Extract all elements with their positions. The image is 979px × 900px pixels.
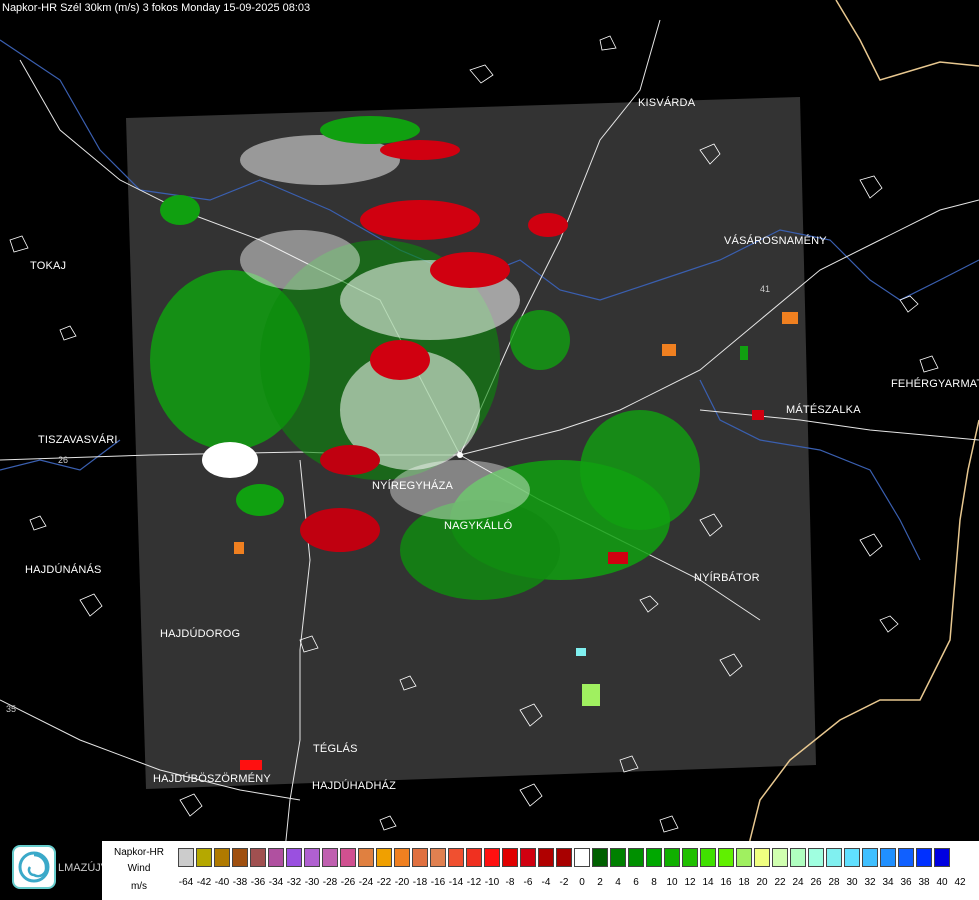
legend-swatch (322, 848, 338, 867)
legend-unit: m/s (130, 881, 148, 892)
city-label-hajdunanas: HAJDÚNÁNÁS (25, 564, 102, 576)
legend-swatch (736, 848, 752, 867)
city-label-kisvarda: KISVÁRDA (638, 97, 696, 109)
legend-swatch (628, 848, 644, 867)
city-label-tokaj: TOKAJ (30, 260, 67, 272)
swirl-icon (18, 851, 50, 883)
legend-product: Wind (127, 863, 151, 874)
legend-swatch (790, 848, 806, 867)
legend-swatch (286, 848, 302, 867)
city-label-hajduboszormeny: HAJDÚBÖSZÖRMÉNY (153, 773, 271, 785)
legend-swatch (808, 848, 824, 867)
legend-swatch (214, 848, 230, 867)
legend-swatch (646, 848, 662, 867)
legend-swatch (412, 848, 428, 867)
legend-swatch (268, 848, 284, 867)
legend-swatch (898, 848, 914, 867)
legend-tick-label: 42 (954, 877, 966, 888)
city-label-fehergyarmat: FEHÉRGYARMAT (891, 378, 979, 390)
legend-swatch (538, 848, 554, 867)
legend-swatch (700, 848, 716, 867)
legend-swatch (916, 848, 932, 867)
legend-swatch (826, 848, 842, 867)
city-label-hajduhadhaz: HAJDÚHADHÁZ (312, 780, 397, 792)
legend-swatch (358, 848, 374, 867)
legend-label: Napkor-HR Wind m/s (102, 841, 176, 900)
legend-title: Napkor-HR (113, 847, 164, 858)
wind-speed-legend: Napkor-HR Wind m/s -64 -42 -40 -38 -36 -34 -32… (102, 841, 979, 900)
legend-swatch (934, 848, 950, 867)
legend-swatch (502, 848, 518, 867)
road-label-26: 26 (58, 455, 68, 465)
legend-swatch (664, 848, 680, 867)
legend-swatch (592, 848, 608, 867)
legend-swatch (520, 848, 536, 867)
legend-swatch (178, 848, 194, 867)
radar-site-marker (457, 452, 463, 458)
legend-swatch (610, 848, 626, 867)
city-label-nagykallo: NAGYKÁLLÓ (444, 520, 513, 532)
city-label-mateszalka: MÁTÉSZALKA (786, 404, 861, 416)
road-label-35: 35 (6, 704, 16, 714)
legend-swatch (556, 848, 572, 867)
map-title: Napkor-HR Szél 30km (m/s) 3 fokos Monday… (2, 2, 311, 14)
legend-swatch (340, 848, 356, 867)
legend-swatch (844, 848, 860, 867)
city-label-teglas: TÉGLÁS (313, 743, 358, 755)
city-label-nyirbator: NYÍRBÁTOR (694, 572, 760, 584)
legend-swatch (232, 848, 248, 867)
legend-swatch (196, 848, 212, 867)
legend-swatch (880, 848, 896, 867)
legend-swatch (430, 848, 446, 867)
legend-swatch (376, 848, 392, 867)
legend-swatch (466, 848, 482, 867)
legend-swatch (484, 848, 500, 867)
road-label-41: 41 (760, 284, 770, 294)
legend-swatch (754, 848, 770, 867)
city-label-tiszavasvari: TISZAVASVÁRI (38, 434, 118, 446)
legend-swatch (718, 848, 734, 867)
city-label-vasarosnameny: VÁSÁROSNAMÉNY (724, 235, 827, 247)
city-label-nyiregyhaza: NYÍREGYHÁZA (372, 480, 454, 492)
legend-swatch (448, 848, 464, 867)
legend-swatch (682, 848, 698, 867)
brand-logo (12, 845, 56, 889)
city-label-hajdudorog: HAJDÚDOROG (160, 628, 241, 640)
legend-swatch (574, 848, 590, 867)
legend-swatch (304, 848, 320, 867)
legend-swatch (772, 848, 788, 867)
radar-map: 26 41 35 (0, 0, 979, 900)
legend-swatch (862, 848, 878, 867)
legend-swatch (394, 848, 410, 867)
legend-swatch (250, 848, 266, 867)
